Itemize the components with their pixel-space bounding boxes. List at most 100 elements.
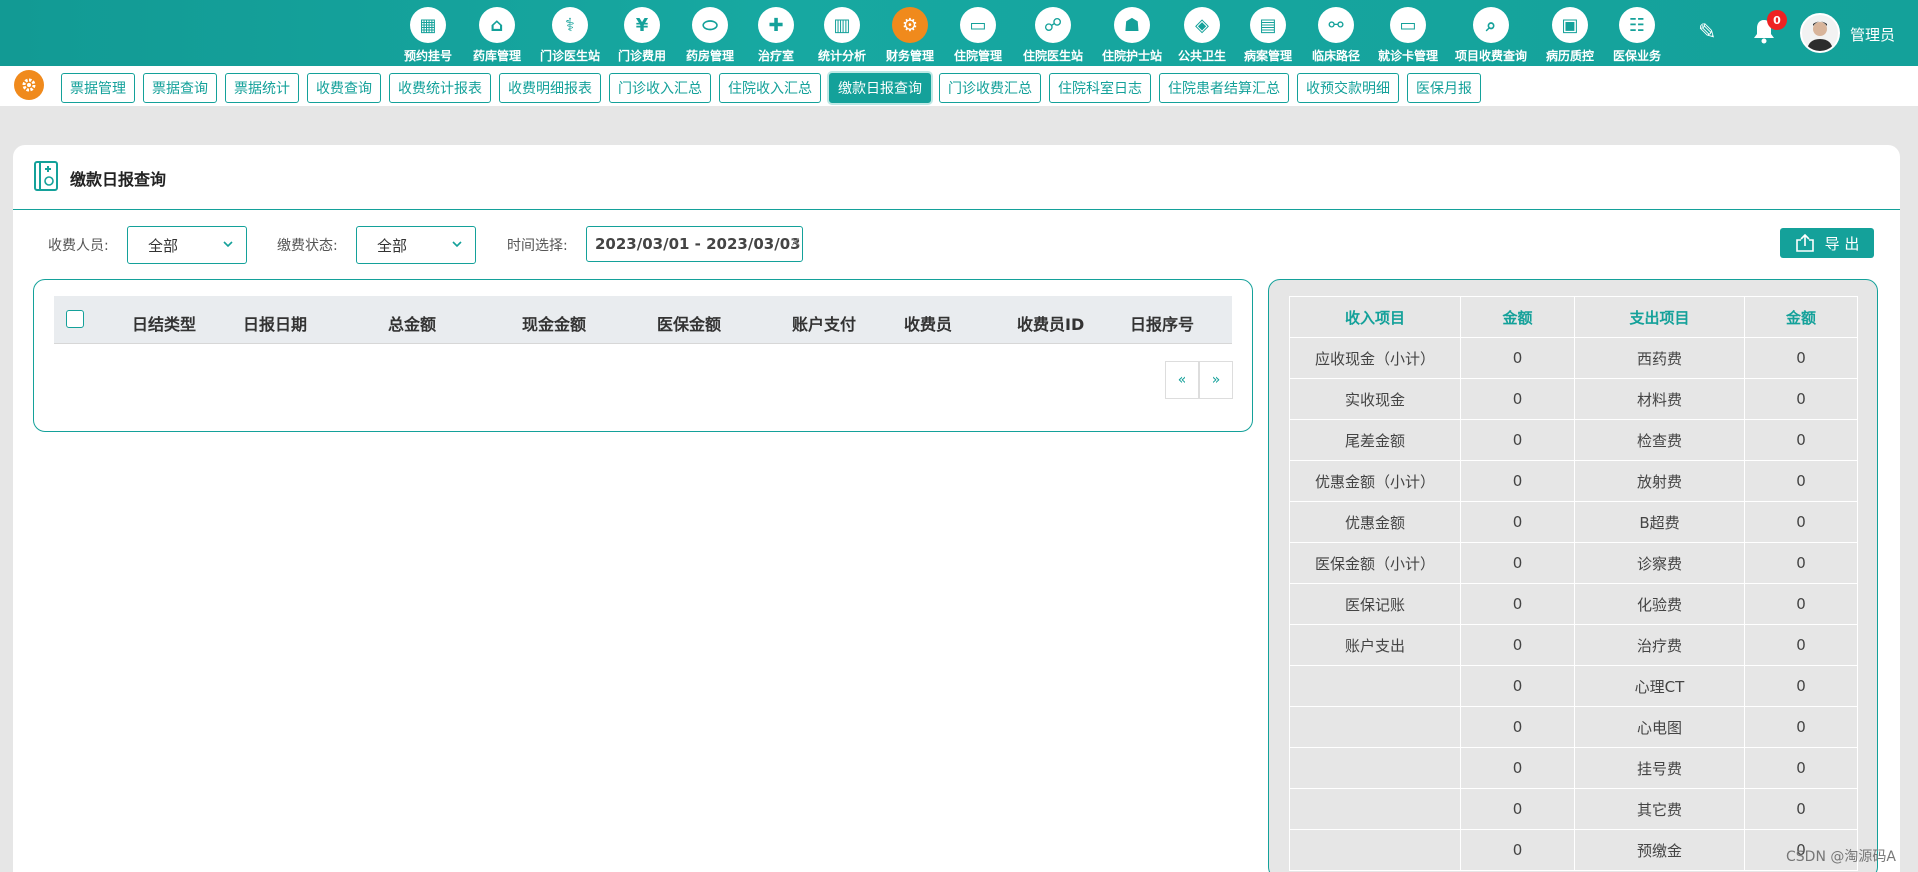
column-header[interactable]: 日报日期 [243,311,307,335]
column-header[interactable]: 医保金额 [657,311,721,335]
prev-page-button[interactable]: « [1165,361,1199,399]
column-header[interactable]: 账户支付 [792,311,856,335]
table-cell: 0 [1744,460,1858,502]
table-cell: 尾差金额 [1289,419,1461,461]
nav-item[interactable]: ☍ 住院医生站 [1012,4,1094,64]
nav-item[interactable]: ▣ 病历质控 [1536,4,1604,64]
sub-tab[interactable]: 票据统计 [225,73,299,103]
collector-select[interactable]: 全部 [127,226,247,264]
nav-item[interactable]: ⬭ 药房管理 [676,4,744,64]
nav-item[interactable]: ◈ 公共卫生 [1170,4,1234,64]
nav-item[interactable]: ☷ 医保业务 [1604,4,1670,64]
sub-tab[interactable]: 收费明细报表 [499,73,601,103]
table-cell [1289,747,1461,789]
table-cell: 0 [1744,419,1858,461]
edit-icon[interactable]: ✎ [1698,20,1716,45]
sub-tab[interactable]: 收预交款明细 [1297,73,1399,103]
table-cell: 检查费 [1574,419,1745,461]
column-header[interactable]: 收费员 [904,311,952,335]
chevron-down-icon [452,241,462,248]
nav-item-label: 预约挂号 [403,49,452,63]
sub-tab[interactable]: 缴款日报查询 [829,73,931,103]
table-cell: 0 [1460,460,1575,502]
column-header[interactable]: 总金额 [388,311,436,335]
column-header[interactable]: 日结类型 [132,311,196,335]
sub-tab[interactable]: 票据管理 [61,73,135,103]
notification-badge: 0 [1767,10,1787,30]
sub-tab[interactable]: 住院患者结算汇总 [1159,73,1289,103]
table-cell: 0 [1460,747,1575,789]
table-cell: 0 [1744,665,1858,707]
column-header[interactable]: 收费员ID [1017,311,1084,335]
doctor-group-icon: ☍ [1035,7,1071,43]
table-cell: 0 [1744,542,1858,584]
pill-icon: ⬭ [692,7,728,43]
sub-tab[interactable]: 门诊收费汇总 [939,73,1041,103]
avatar[interactable] [1800,13,1840,53]
column-header[interactable]: 现金金额 [522,311,586,335]
nav-item-label: 门诊医生站 [539,49,600,63]
table-row: 0 心理CT 0 [1289,665,1858,707]
nav-item[interactable]: ¥ 门诊费用 [608,4,676,64]
calendar-icon: ▦ [410,7,446,43]
sub-tab[interactable]: 门诊收入汇总 [609,73,711,103]
shield-doc-icon: ▣ [1552,7,1588,43]
table-cell: 医保记账 [1289,583,1461,625]
next-page-button[interactable]: » [1199,361,1233,399]
user-name[interactable]: 管理员 [1850,24,1895,45]
table-row: 优惠金额 0 B超费 0 [1289,501,1858,543]
status-select[interactable]: 全部 [356,226,476,264]
nav-item[interactable]: ▭ 就诊卡管理 [1370,4,1446,64]
date-range-input[interactable]: 2023/03/01 - 2023/03/03 [586,226,803,262]
column-header: 支出项目 [1574,296,1745,338]
table-cell: 医保金额（小计） [1289,542,1461,584]
table-cell: 0 [1460,378,1575,420]
nav-item-label: 住院医生站 [1022,49,1083,63]
nav-item[interactable]: ⌂ 药库管理 [462,4,532,64]
nav-item[interactable]: ☗ 住院护士站 [1094,4,1170,64]
sub-tab[interactable]: 收费统计报表 [389,73,491,103]
table-cell: 0 [1460,665,1575,707]
nav-item[interactable]: ⚯ 临床路径 [1302,4,1370,64]
sub-tab[interactable]: 医保月报 [1407,73,1481,103]
nav-item[interactable]: ⌕ 项目收费查询 [1446,4,1536,64]
bar-chart-icon: ▥ [824,7,860,43]
table-cell: 0 [1460,419,1575,461]
select-all-checkbox[interactable] [66,310,84,328]
sub-tab[interactable]: 住院收入汇总 [719,73,821,103]
table-row: 应收现金（小计） 0 西药费 0 [1289,337,1858,379]
table-cell: 优惠金额（小计） [1289,460,1461,502]
table-row: 0 其它费 0 [1289,788,1858,830]
nav-item-label: 医保业务 [1612,49,1661,63]
table-cell: 治疗费 [1574,624,1745,666]
column-header: 金额 [1460,296,1575,338]
nav-item[interactable]: ▥ 统计分析 [808,4,876,64]
nav-item[interactable]: ⚙ 财务管理 [876,4,944,64]
table-row: 尾差金额 0 检查费 0 [1289,419,1858,461]
column-header[interactable]: 日报序号 [1130,311,1194,335]
table-row: 账户支出 0 治疗费 0 [1289,624,1858,666]
table-cell: 西药费 [1574,337,1745,379]
sub-tab[interactable]: 票据查询 [143,73,217,103]
nav-item-label: 项目收费查询 [1454,49,1527,63]
watermark: CSDN @淘源码A [1786,849,1896,865]
table-row: 医保记账 0 化验费 0 [1289,583,1858,625]
gear-icon[interactable] [14,70,44,100]
chevron-down-icon [223,241,233,248]
nav-item-label: 病历质控 [1545,49,1594,63]
table-cell: 0 [1460,829,1575,871]
nav-item[interactable]: ▦ 预约挂号 [394,4,462,64]
nav-item[interactable]: ✚ 治疗室 [744,4,808,64]
table-cell: 其它费 [1574,788,1745,830]
export-button[interactable]: 导 出 [1780,228,1874,258]
sub-tab[interactable]: 收费查询 [307,73,381,103]
clear-icon[interactable]: × [790,235,801,250]
sub-tab[interactable]: 住院科室日志 [1049,73,1151,103]
collector-label: 收费人员: [48,238,109,254]
table-cell: 材料费 [1574,378,1745,420]
nav-item[interactable]: ▤ 病案管理 [1234,4,1302,64]
table-cell: 优惠金额 [1289,501,1461,543]
nav-item-label: 公共卫生 [1177,49,1226,63]
nav-item[interactable]: ⚕ 门诊医生站 [532,4,608,64]
nav-item[interactable]: ▭ 住院管理 [944,4,1012,64]
